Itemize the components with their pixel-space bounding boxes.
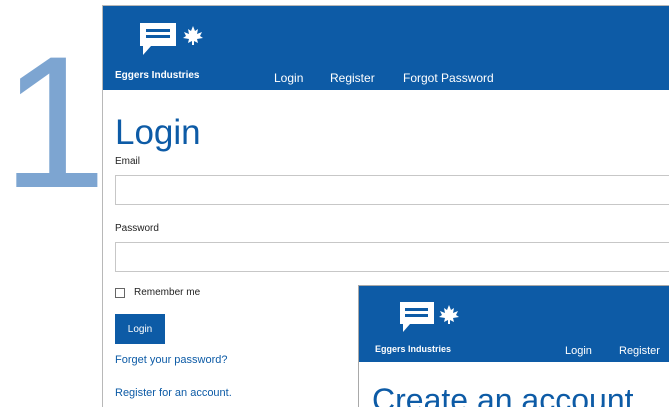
- nav-login-link[interactable]: Login: [274, 71, 303, 85]
- remember-me-label: Remember me: [134, 287, 201, 298]
- password-label: Password: [115, 223, 159, 234]
- nav-register-link[interactable]: Register: [330, 71, 375, 85]
- register-nav-login-link[interactable]: Login: [565, 345, 592, 357]
- maple-leaf-icon: [439, 305, 459, 324]
- register-window: Eggers Industries Login Register Create …: [358, 285, 669, 407]
- navbar: Eggers Industries Login Register Forgot …: [103, 6, 669, 90]
- forgot-password-link[interactable]: Forget your password?: [115, 354, 228, 366]
- login-button[interactable]: Login: [115, 314, 165, 344]
- nav-forgot-password-link[interactable]: Forgot Password: [403, 71, 494, 85]
- register-brand-name[interactable]: Eggers Industries: [375, 344, 451, 354]
- step-number: 1: [2, 17, 107, 227]
- create-account-title: Create an account: [372, 382, 634, 407]
- register-logo[interactable]: [397, 299, 477, 339]
- remember-me-checkbox[interactable]: [115, 287, 125, 298]
- maple-leaf-icon: [183, 26, 203, 45]
- page-title: Login: [115, 113, 201, 152]
- logo[interactable]: [137, 20, 217, 60]
- register-navbar: Eggers Industries Login Register: [359, 286, 669, 362]
- register-nav-register-link[interactable]: Register: [619, 345, 660, 357]
- speech-bubble-icon: [400, 302, 434, 332]
- email-field[interactable]: [115, 175, 669, 205]
- email-label: Email: [115, 156, 141, 167]
- register-account-link[interactable]: Register for an account.: [115, 387, 232, 399]
- remember-me-row: Remember me: [115, 287, 200, 298]
- password-field[interactable]: [115, 242, 669, 272]
- speech-bubble-icon: [140, 23, 176, 55]
- brand-name[interactable]: Eggers Industries: [115, 70, 199, 81]
